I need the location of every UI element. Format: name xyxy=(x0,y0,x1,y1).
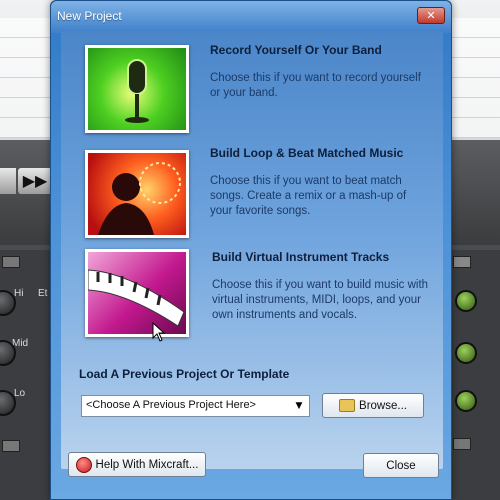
mixer-strip-right xyxy=(450,250,500,500)
close-icon[interactable]: ✕ xyxy=(417,7,445,24)
option-loop-description: Choose this if you want to beat match so… xyxy=(210,175,407,217)
dropdown-value: <Choose A Previous Project Here> xyxy=(86,399,256,411)
load-section-label: Load A Previous Project Or Template xyxy=(79,367,290,381)
option-loop-title[interactable]: Build Loop & Beat Matched Music xyxy=(210,146,403,160)
dialog-titlebar[interactable]: New Project ✕ xyxy=(51,1,451,33)
mouse-cursor-icon xyxy=(152,322,166,342)
green-knob-2[interactable] xyxy=(455,342,477,364)
strip-button-right[interactable] xyxy=(453,438,471,450)
help-label: Help With Mixcraft... xyxy=(95,458,199,471)
green-knob-1[interactable] xyxy=(455,290,477,312)
rewind-button[interactable] xyxy=(0,168,16,194)
folder-icon xyxy=(339,399,356,412)
eq-lo-label: Lo xyxy=(14,388,26,399)
microphone-image[interactable] xyxy=(85,45,189,133)
browse-button[interactable]: Browse... xyxy=(322,393,424,418)
strip-toggle[interactable] xyxy=(2,256,20,268)
close-label: Close xyxy=(386,459,416,472)
previous-project-dropdown[interactable]: <Choose A Previous Project Here> ▼ xyxy=(81,395,310,417)
help-icon xyxy=(75,456,92,473)
option-record-description: Choose this if you want to record yourse… xyxy=(210,72,421,99)
mixer-strip-left: Hi Et Mid Lo xyxy=(0,250,55,500)
strip-fx-button[interactable] xyxy=(453,256,471,268)
eq-label: Et xyxy=(38,288,48,299)
chevron-down-icon[interactable]: ▼ xyxy=(291,398,307,414)
keyboard-image[interactable] xyxy=(85,249,189,337)
option-record-title[interactable]: Record Yourself Or Your Band xyxy=(210,43,382,57)
green-knob-3[interactable] xyxy=(455,390,477,412)
browse-label: Browse... xyxy=(359,399,407,412)
dj-image[interactable] xyxy=(85,150,189,238)
help-button[interactable]: Help With Mixcraft... xyxy=(68,452,206,477)
new-project-dialog: New Project ✕ Record Yourself Or Your Ba… xyxy=(50,0,452,500)
dialog-title: New Project xyxy=(57,9,122,23)
option-instrument-description: Choose this if you want to build music w… xyxy=(212,279,429,321)
fast-forward-button[interactable]: ▶▶ xyxy=(18,168,52,194)
eq-hi-label: Hi xyxy=(14,288,24,299)
strip-button[interactable] xyxy=(2,440,20,452)
close-button[interactable]: Close xyxy=(363,453,439,478)
option-instrument-title[interactable]: Build Virtual Instrument Tracks xyxy=(212,250,389,264)
